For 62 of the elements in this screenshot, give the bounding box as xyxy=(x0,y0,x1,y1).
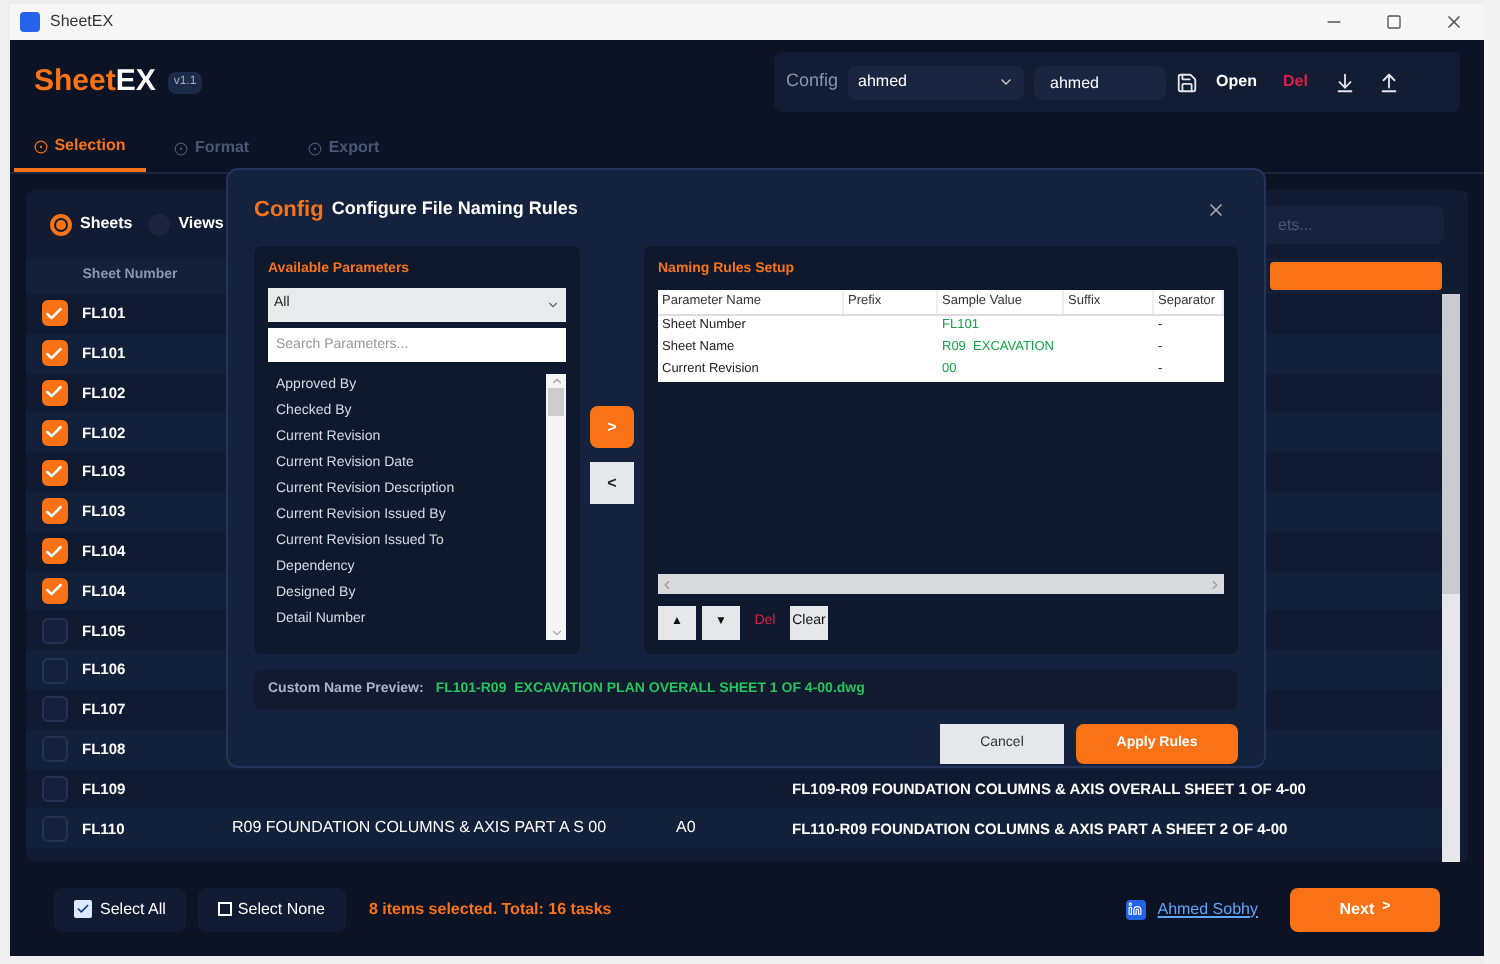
delete-button[interactable]: Del xyxy=(1274,65,1316,99)
check-icon xyxy=(44,541,64,562)
config-select[interactable]: ahmed xyxy=(848,65,1025,99)
dropdown-icon xyxy=(998,74,1015,90)
circle-icon xyxy=(308,141,323,155)
horizontal-scrollbar[interactable] xyxy=(658,574,1224,594)
row-checkbox[interactable] xyxy=(41,300,67,327)
scroll-up-icon[interactable] xyxy=(549,373,563,387)
tab[interactable]: Selection xyxy=(14,124,146,172)
check-icon xyxy=(44,462,64,483)
row-checkbox[interactable] xyxy=(41,419,67,446)
config-name-field[interactable]: ahmed xyxy=(1034,65,1167,99)
check-icon xyxy=(44,303,64,324)
check-icon xyxy=(76,902,90,916)
author-link[interactable]: Ahmed Sobhy xyxy=(1157,897,1258,921)
dialog-title: Configure File Naming Rules xyxy=(331,196,578,223)
scrollbar[interactable] xyxy=(1442,294,1460,862)
view-radio[interactable]: Views xyxy=(148,212,224,236)
select-none-button[interactable]: Select None xyxy=(197,887,345,931)
save-icon[interactable] xyxy=(1176,71,1199,93)
list-scrollbar[interactable] xyxy=(546,373,566,640)
linkedin-icon xyxy=(1125,899,1146,919)
check-icon xyxy=(44,343,64,364)
scroll-right-icon[interactable] xyxy=(1208,577,1222,591)
close-icon[interactable] xyxy=(1206,200,1226,220)
dialog-title-accent: Config xyxy=(254,195,324,226)
row-checkbox[interactable] xyxy=(41,379,67,406)
view-radio[interactable]: Sheets xyxy=(50,212,133,236)
row-checkbox[interactable] xyxy=(41,815,67,842)
row-checkbox[interactable] xyxy=(41,340,67,367)
check-icon xyxy=(44,422,64,443)
app-icon xyxy=(20,12,40,32)
scroll-thumb[interactable] xyxy=(1442,294,1460,594)
row-checkbox[interactable] xyxy=(41,775,67,802)
scroll-down-icon[interactable] xyxy=(549,626,563,640)
circle-icon xyxy=(174,141,189,155)
download-icon[interactable] xyxy=(1333,71,1356,93)
check-icon xyxy=(44,382,64,403)
select-all-button[interactable]: Select All xyxy=(54,887,186,931)
row-checkbox[interactable] xyxy=(41,459,67,486)
upload-icon[interactable] xyxy=(1377,71,1400,93)
row-checkbox[interactable] xyxy=(41,577,67,604)
window-title: SheetEX xyxy=(50,10,114,34)
row-checkbox[interactable] xyxy=(41,617,67,644)
check-icon xyxy=(44,501,64,522)
dropdown-icon xyxy=(546,297,560,311)
app-logo: SheetEX xyxy=(34,61,156,102)
scroll-thumb[interactable] xyxy=(548,387,564,415)
open-button[interactable]: Open xyxy=(1208,65,1265,99)
check-icon xyxy=(44,580,64,601)
table-cell-text: R09 FOUNDATION COLUMNS & AXIS PART A S 00 xyxy=(232,816,609,841)
config-label: Config xyxy=(786,68,839,95)
row-checkbox[interactable] xyxy=(41,498,67,525)
table-cell-text: A0 xyxy=(676,816,698,841)
row-checkbox[interactable] xyxy=(41,538,67,565)
row-checkbox[interactable] xyxy=(41,696,67,723)
remove-parameter-button[interactable]: < xyxy=(590,462,634,504)
row-checkbox[interactable] xyxy=(41,736,67,763)
scroll-left-icon[interactable] xyxy=(660,577,674,591)
selection-status: 8 items selected. Total: 16 tasks xyxy=(369,897,612,921)
row-checkbox[interactable] xyxy=(41,657,67,684)
circle-icon xyxy=(34,139,49,153)
